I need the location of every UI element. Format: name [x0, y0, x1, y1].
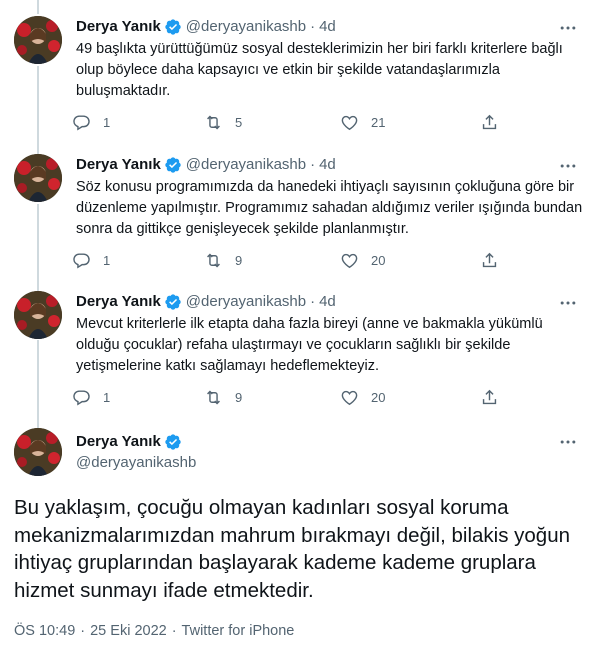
separator: ·: [171, 623, 177, 639]
retweet-icon: [207, 115, 220, 130]
avatar[interactable]: [14, 291, 62, 339]
verified-badge-icon: [164, 293, 182, 311]
thread-tweet[interactable]: Derya Yanık @deryayanikashb · 4d Söz kon…: [0, 138, 602, 288]
reply-count: 1: [103, 115, 111, 130]
verified-badge-icon: [164, 433, 182, 451]
like-count: 20: [371, 390, 386, 405]
tweet-date[interactable]: 25 Eki 2022: [90, 623, 167, 639]
tweet-actions: 1 9 20: [72, 388, 502, 408]
verified-badge-icon: [164, 156, 182, 174]
reply-count: 1: [103, 253, 111, 268]
tweet-timestamp[interactable]: ÖS 10:49: [14, 623, 75, 639]
share-button[interactable]: [480, 251, 499, 270]
retweet-count: 5: [235, 115, 243, 130]
retweet-icon: [207, 390, 220, 405]
like-count: 20: [371, 253, 386, 268]
tweet-actions: 1 5 21: [72, 113, 502, 133]
main-tweet-text: Bu yaklaşım, çocuğu olmayan kadınları so…: [14, 496, 571, 602]
like-icon: [341, 390, 358, 406]
author-handle[interactable]: @deryayanikashb: [186, 292, 306, 312]
tweet-source[interactable]: Twitter for iPhone: [182, 623, 295, 639]
author-name[interactable]: Derya Yanık: [76, 17, 161, 37]
author-handle[interactable]: @deryayanikashb: [186, 17, 306, 37]
retweet-button[interactable]: 5: [204, 113, 242, 132]
share-button[interactable]: [480, 388, 499, 407]
retweet-button[interactable]: 9: [204, 251, 242, 270]
separator: ·: [310, 293, 316, 310]
more-icon[interactable]: [558, 156, 578, 176]
author-name[interactable]: Derya Yanık: [76, 155, 161, 175]
reply-button[interactable]: 1: [72, 388, 110, 407]
tweet-actions: 1 9 20: [72, 251, 502, 271]
author-name[interactable]: Derya Yanık: [76, 292, 161, 312]
like-icon: [341, 115, 358, 131]
tweet-time[interactable]: 4d: [319, 155, 336, 175]
author-handle[interactable]: @deryayanikashb: [76, 454, 196, 471]
reply-button[interactable]: 1: [72, 113, 110, 132]
tweet-text: Mevcut kriterlerle ilk etapta daha fazla…: [76, 316, 543, 374]
like-count: 21: [371, 115, 386, 130]
separator: ·: [310, 18, 316, 35]
share-icon: [482, 114, 497, 130]
retweet-icon: [207, 253, 220, 268]
author-handle[interactable]: @deryayanikashb: [186, 155, 306, 175]
share-icon: [482, 389, 497, 405]
retweet-button[interactable]: 9: [204, 388, 242, 407]
avatar[interactable]: [14, 428, 62, 476]
main-tweet: Derya Yanık @deryayanikashb Bu yaklaşım,…: [0, 412, 602, 661]
tweet-text: Söz konusu programımızda da hanedeki iht…: [76, 179, 583, 237]
reply-icon: [73, 390, 90, 406]
tweet-meta: ÖS 10:49 · 25 Eki 2022 · Twitter for iPh…: [14, 623, 294, 639]
tweet-time[interactable]: 4d: [319, 292, 336, 312]
more-icon[interactable]: [558, 293, 578, 313]
avatar[interactable]: [14, 154, 62, 202]
reply-icon: [73, 115, 90, 131]
reply-icon: [73, 253, 90, 269]
more-icon[interactable]: [558, 432, 578, 452]
like-button[interactable]: 20: [340, 388, 385, 407]
share-button[interactable]: [480, 113, 499, 132]
like-icon: [341, 253, 358, 269]
separator: ·: [80, 623, 86, 639]
author-name[interactable]: Derya Yanık: [76, 432, 161, 452]
thread-tweet[interactable]: Derya Yanık @deryayanikashb · 4d Mevcut …: [0, 275, 602, 425]
avatar[interactable]: [14, 16, 62, 64]
retweet-count: 9: [235, 253, 243, 268]
reply-count: 1: [103, 390, 111, 405]
tweet-text: 49 başlıkta yürüttüğümüz sosyal destekle…: [76, 41, 563, 99]
retweet-count: 9: [235, 390, 243, 405]
like-button[interactable]: 21: [340, 113, 385, 132]
tweet-time[interactable]: 4d: [319, 17, 336, 37]
share-icon: [482, 252, 497, 268]
verified-badge-icon: [164, 18, 182, 36]
reply-button[interactable]: 1: [72, 251, 110, 270]
thread-tweet[interactable]: Derya Yanık @deryayanikashb · 4d 49 başl…: [0, 0, 602, 150]
like-button[interactable]: 20: [340, 251, 385, 270]
more-icon[interactable]: [558, 18, 578, 38]
separator: ·: [310, 156, 316, 173]
